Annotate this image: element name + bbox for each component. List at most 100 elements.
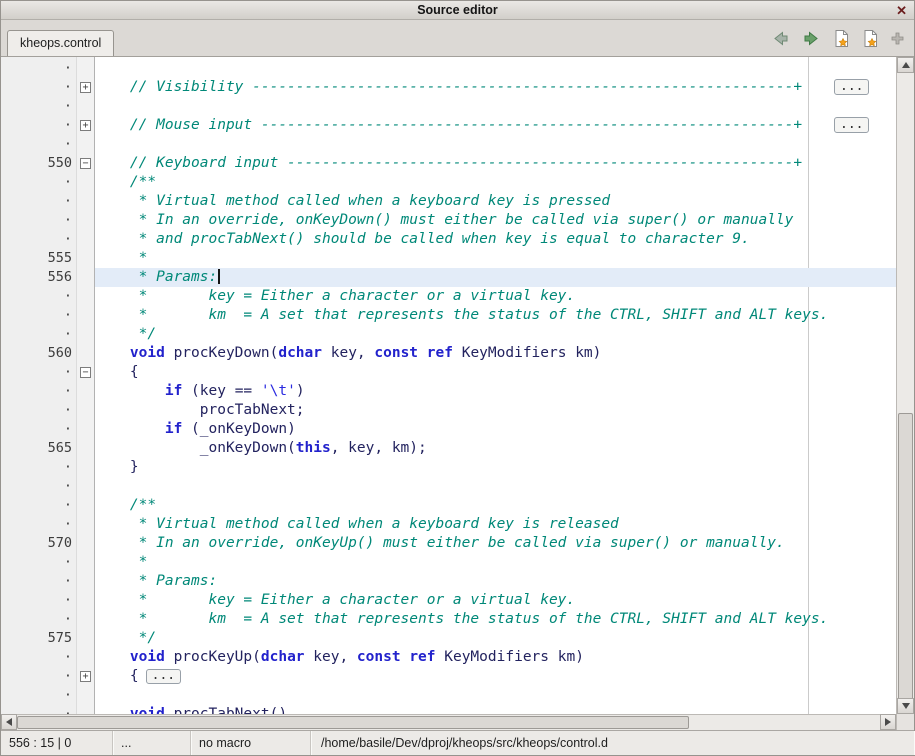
code-text: * Params: — [95, 268, 896, 287]
fold-margin-cell — [77, 325, 95, 344]
line-number: · — [1, 59, 77, 78]
code-text: * km = A set that represents the status … — [95, 610, 896, 629]
tab-kheops-control[interactable]: kheops.control — [7, 30, 114, 56]
file-path-panel: /home/basile/Dev/dproj/kheops/src/kheops… — [311, 731, 914, 755]
fold-margin-cell — [77, 477, 95, 496]
fold-collapse-icon[interactable]: − — [80, 367, 91, 378]
code-line[interactable]: 550− // Keyboard input -----------------… — [1, 154, 896, 173]
document-action-a-icon[interactable] — [833, 29, 850, 48]
code-line[interactable]: ·+ {... — [1, 667, 896, 686]
window-title: Source editor — [1, 3, 914, 17]
code-line[interactable]: · * Params: — [1, 572, 896, 591]
line-number: · — [1, 363, 77, 382]
code-text: * Params: — [95, 572, 896, 591]
scroll-right-icon[interactable] — [880, 714, 896, 730]
go-back-icon[interactable] — [771, 29, 790, 48]
line-number: · — [1, 306, 77, 325]
code-line[interactable]: · — [1, 59, 896, 78]
code-line[interactable]: · * Virtual method called when a keyboar… — [1, 515, 896, 534]
caret-position-panel: 556 : 15 | 0 — [1, 731, 113, 755]
code-line[interactable]: · * km = A set that represents the statu… — [1, 610, 896, 629]
go-forward-icon[interactable] — [802, 29, 821, 48]
code-line[interactable]: · * key = Either a character or a virtua… — [1, 591, 896, 610]
close-icon[interactable]: ✕ — [896, 2, 907, 19]
code-line[interactable]: · — [1, 477, 896, 496]
line-number: · — [1, 382, 77, 401]
code-line[interactable]: ·+ // Visibility -----------------------… — [1, 78, 896, 97]
code-line[interactable]: · if (key == '\t') — [1, 382, 896, 401]
code-line[interactable]: 575 */ — [1, 629, 896, 648]
code-line[interactable]: · void procKeyUp(dchar key, const ref Ke… — [1, 648, 896, 667]
scroll-up-icon[interactable] — [897, 57, 914, 73]
scroll-left-icon[interactable] — [1, 714, 17, 730]
code-line[interactable]: · /** — [1, 496, 896, 515]
fold-expand-icon[interactable]: + — [80, 120, 91, 131]
code-text: * Virtual method called when a keyboard … — [95, 515, 896, 534]
code-line[interactable]: · * Virtual method called when a keyboar… — [1, 192, 896, 211]
detach-view-icon[interactable] — [891, 32, 904, 45]
fold-margin-cell: + — [77, 667, 95, 686]
line-number: · — [1, 230, 77, 249]
scroll-down-icon[interactable] — [897, 698, 914, 714]
document-action-b-icon[interactable] — [862, 29, 879, 48]
status-ellipsis-panel: ... — [113, 731, 191, 755]
horizontal-scrollbar[interactable] — [1, 714, 914, 730]
fold-margin-cell — [77, 458, 95, 477]
fold-margin-cell — [77, 135, 95, 154]
code-line[interactable]: · * In an override, onKeyDown() must eit… — [1, 211, 896, 230]
line-number: · — [1, 211, 77, 230]
fold-margin-cell — [77, 59, 95, 78]
line-number: · — [1, 477, 77, 496]
code-text: void procTabNext() — [95, 705, 896, 714]
code-line[interactable]: ·+ // Mouse input ----------------------… — [1, 116, 896, 135]
code-line[interactable]: · */ — [1, 325, 896, 344]
code-text: {... — [95, 667, 896, 686]
vertical-scrollbar[interactable] — [896, 57, 914, 714]
code-line[interactable]: · * and procTabNext() should be called w… — [1, 230, 896, 249]
code-line[interactable]: · } — [1, 458, 896, 477]
line-number: · — [1, 173, 77, 192]
code-line[interactable]: · * key = Either a character or a virtua… — [1, 287, 896, 306]
fold-margin-cell — [77, 401, 95, 420]
code-line[interactable]: · — [1, 97, 896, 116]
editor-toolbar — [771, 20, 904, 56]
code-line[interactable]: · — [1, 686, 896, 705]
fold-expand-icon[interactable]: + — [80, 671, 91, 682]
code-line[interactable]: 555 * — [1, 249, 896, 268]
code-line[interactable]: · void procTabNext() — [1, 705, 896, 714]
code-line[interactable]: · * km = A set that represents the statu… — [1, 306, 896, 325]
fold-margin-cell — [77, 306, 95, 325]
fold-margin-cell — [77, 496, 95, 515]
code-line[interactable]: 570 * In an override, onKeyUp() must eit… — [1, 534, 896, 553]
code-line[interactable]: · — [1, 135, 896, 154]
macro-status-panel: no macro — [191, 731, 311, 755]
window-titlebar[interactable]: Source editor ✕ — [1, 1, 914, 20]
fold-collapse-icon[interactable]: − — [80, 158, 91, 169]
line-number: · — [1, 192, 77, 211]
code-text: if (key == '\t') — [95, 382, 896, 401]
collapsed-fold-ellipsis[interactable]: ... — [834, 117, 869, 133]
code-line[interactable]: 560 void procKeyDown(dchar key, const re… — [1, 344, 896, 363]
horizontal-scrollbar-thumb[interactable] — [17, 716, 689, 729]
fold-margin-cell — [77, 249, 95, 268]
fold-margin-cell — [77, 420, 95, 439]
code-line[interactable]: 556 * Params: — [1, 268, 896, 287]
line-number: 550 — [1, 154, 77, 173]
code-text: * — [95, 249, 896, 268]
fold-expand-icon[interactable]: + — [80, 82, 91, 93]
line-number: 565 — [1, 439, 77, 458]
collapsed-fold-ellipsis[interactable]: ... — [834, 79, 869, 95]
code-line[interactable]: · if (_onKeyDown) — [1, 420, 896, 439]
fold-margin-cell — [77, 192, 95, 211]
code-line[interactable]: ·− { — [1, 363, 896, 382]
line-number: · — [1, 458, 77, 477]
code-line[interactable]: · /** — [1, 173, 896, 192]
code-line[interactable]: 565 _onKeyDown(this, key, km); — [1, 439, 896, 458]
collapsed-fold-ellipsis[interactable]: ... — [146, 669, 181, 684]
code-line[interactable]: · * — [1, 553, 896, 572]
vertical-scrollbar-thumb[interactable] — [898, 413, 913, 700]
code-line[interactable]: · procTabNext; — [1, 401, 896, 420]
code-text: * key = Either a character or a virtual … — [95, 287, 896, 306]
fold-margin-cell — [77, 591, 95, 610]
line-number: · — [1, 705, 77, 714]
